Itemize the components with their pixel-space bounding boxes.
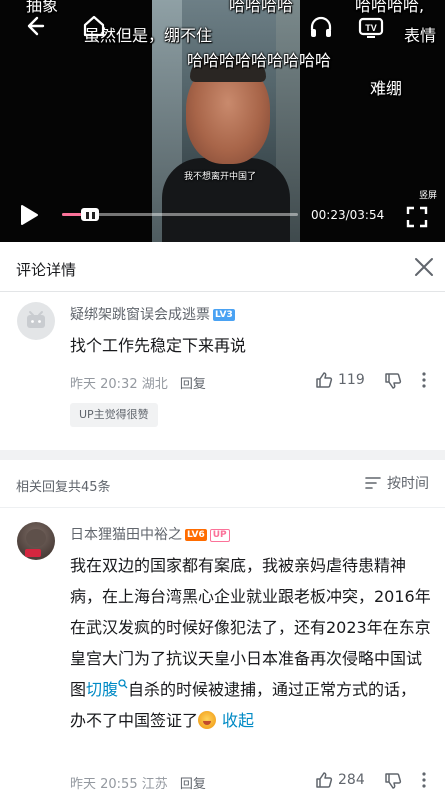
thumbs-up-icon [316, 772, 333, 788]
headphones-icon [310, 16, 332, 37]
thumbs-up-icon [316, 372, 333, 388]
video-player[interactable]: 抽象 哈哈哈哈 哈哈哈哈, 虽然但是，绷不住 表情 哈哈哈哈哈哈哈哈哈 难绷 我… [0, 0, 445, 242]
like-count: 119 [338, 372, 365, 388]
comment-time: 昨天 20:55 [70, 777, 138, 792]
comment-content: 我在双边的国家都有案底，我被亲妈虐待患精神病，在上海台湾黑心企业就业跟老板冲突，… [70, 550, 432, 736]
like-button[interactable]: 119 [315, 371, 365, 389]
dislike-button[interactable] [384, 372, 402, 390]
keyword-text[interactable]: 切腹 [86, 680, 118, 699]
thumbs-down-icon [385, 773, 402, 789]
comment-text: 我在双边的国家都有案底，我被亲妈虐待患精神病，在上海台湾黑心企业就业跟老板冲突，… [70, 556, 431, 699]
comment-username[interactable]: 疑绑架跳窗误会成逃票 LV3 [70, 304, 235, 324]
fullscreen-label: 竖屏 [418, 191, 437, 201]
more-vertical-icon [422, 772, 426, 788]
level-badge: LV3 [213, 309, 235, 321]
tv-cast-icon: TV [358, 17, 384, 38]
tv-cast-button[interactable]: TV [356, 12, 386, 42]
comment-username[interactable]: 日本狸猫田中裕之 LV6 UP [70, 524, 230, 544]
fullscreen-button[interactable] [404, 204, 430, 230]
replies-header: 相关回复共45条 按时间 [0, 460, 445, 508]
video-subtitle: 我不想离开中国了 [184, 172, 257, 182]
comment-detail-header: 评论详情 [0, 242, 445, 292]
avatar[interactable] [17, 302, 55, 340]
close-icon [415, 258, 433, 276]
fullscreen-icon [406, 206, 428, 228]
more-vertical-icon [422, 372, 426, 388]
svg-text:TV: TV [365, 23, 377, 33]
comment-meta: 昨天 20:32 湖北 回复 [70, 373, 206, 392]
sort-label: 按时间 [387, 476, 429, 492]
sort-button[interactable]: 按时间 [365, 473, 429, 493]
danmaku-text: 表情 [404, 26, 437, 45]
section-divider [0, 450, 445, 460]
up-tag: UP [209, 529, 230, 542]
sort-icon [365, 477, 381, 489]
danmaku-text: 哈哈哈哈哈哈哈哈哈 [187, 51, 332, 70]
more-button[interactable] [420, 771, 428, 789]
close-button[interactable] [411, 254, 437, 280]
danmaku-text: 难绷 [370, 79, 403, 98]
danmaku-text: 哈哈哈哈 [229, 0, 294, 15]
progress-thumb[interactable] [81, 208, 100, 221]
level-badge: LV6 [185, 529, 207, 541]
thumbs-down-icon [385, 373, 402, 389]
comment-location: 江苏 [141, 777, 168, 792]
back-button[interactable] [20, 12, 48, 40]
time-display: 00:23/03:54 [311, 208, 385, 222]
play-icon [21, 205, 38, 225]
back-arrow-icon [27, 16, 45, 36]
search-icon [118, 679, 128, 689]
like-button[interactable]: 284 [315, 771, 365, 789]
more-button[interactable] [420, 371, 428, 389]
comment-location: 湖北 [141, 377, 168, 392]
panel-title: 评论详情 [16, 261, 77, 279]
comment-content: 找个工作先稳定下来再说 [70, 336, 247, 355]
comment-time: 昨天 20:32 [70, 377, 138, 392]
comment-meta: 昨天 20:55 江苏 回复 [70, 773, 206, 792]
home-button[interactable] [80, 12, 108, 40]
default-avatar-icon [27, 311, 45, 328]
up-liked-badge: UP主觉得很赞 [70, 403, 158, 427]
search-keyword-link[interactable]: 切腹 [86, 679, 128, 699]
username-text[interactable]: 日本狸猫田中裕之 [70, 527, 182, 543]
reply-button[interactable]: 回复 [180, 377, 206, 392]
audio-mode-button[interactable] [306, 12, 336, 42]
play-button[interactable] [14, 201, 42, 229]
home-icon [83, 15, 105, 37]
reply-button[interactable]: 回复 [180, 777, 206, 792]
like-count: 284 [338, 772, 365, 788]
avatar[interactable] [17, 522, 55, 560]
username-text[interactable]: 疑绑架跳窗误会成逃票 [70, 307, 210, 323]
dislike-button[interactable] [384, 772, 402, 790]
user-avatar-icon [25, 529, 46, 557]
collapse-button[interactable]: 收起 [222, 711, 254, 730]
reply-count: 相关回复共45条 [16, 480, 111, 495]
crying-emoji-icon [198, 711, 217, 729]
